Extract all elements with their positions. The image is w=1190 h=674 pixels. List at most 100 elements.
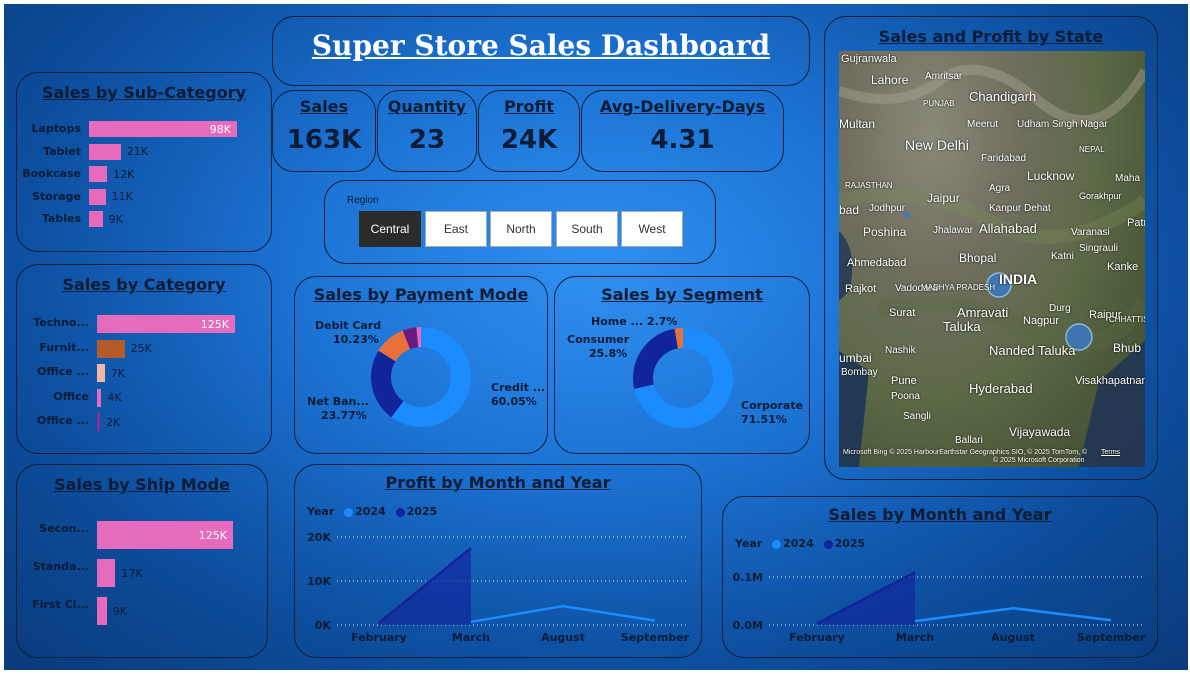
- kpi-card-sales[interactable]: Sales 163K: [272, 90, 376, 172]
- slice-label-consumer: Consumer 25.8%: [567, 333, 630, 360]
- kpi-value: 163K: [286, 125, 362, 155]
- map-place-label: Singrauli: [1079, 243, 1118, 254]
- region-option-south[interactable]: South: [556, 211, 618, 247]
- kpi-card-profit[interactable]: Profit 24K: [478, 90, 580, 172]
- bar-value-label: 12K: [113, 167, 135, 181]
- region-option-central[interactable]: Central: [359, 211, 421, 247]
- bar-value-label: 125K: [198, 528, 227, 542]
- x-tick-label: September: [1077, 631, 1146, 644]
- map-place-label: Nagpur: [1023, 315, 1060, 327]
- bar-value-label: 17K: [121, 566, 143, 580]
- map-place-label: Hyderabad: [969, 381, 1033, 396]
- map-place-label: Multan: [839, 117, 876, 131]
- bar-value-label: 125K: [200, 317, 229, 331]
- sales-area-chart: 0.1M 0.0M February March August September: [733, 571, 1146, 644]
- bar-category-label: Tablet: [43, 144, 81, 158]
- dashboard-canvas: Super Store Sales Dashboard Sales 163K Q…: [4, 4, 1188, 670]
- profit-area-chart: 20K 10K 0K February March August September: [307, 531, 690, 644]
- x-tick-label: February: [789, 631, 845, 644]
- donut-slice[interactable]: [371, 350, 404, 418]
- map-place-label: Jodhpur: [869, 203, 906, 214]
- payment-mode-donut: [371, 327, 471, 427]
- series-line-2024[interactable]: [470, 604, 656, 624]
- bar[interactable]: [97, 559, 116, 587]
- map-copyright: © 2025 Microsoft Corporation: [993, 457, 1085, 464]
- x-tick-label: September: [621, 631, 690, 644]
- map-place-label: Faridabad: [981, 153, 1027, 164]
- payment-mode-panel: Sales by Payment Mode Debit Card 10.23% …: [294, 276, 548, 454]
- kpi-label: Profit: [503, 97, 555, 116]
- bar-category-label: Secon...: [39, 522, 89, 535]
- y-tick-label: 20K: [307, 531, 331, 544]
- sub-category-bar-chart: Laptops 98K Tablet 21K Bookcase 12K Storage 11K…: [17, 121, 273, 241]
- map-place-label: Agra: [989, 183, 1011, 194]
- map-place-label: Katni: [1051, 251, 1074, 262]
- x-tick-label: March: [896, 631, 934, 644]
- bar[interactable]: [89, 188, 106, 205]
- map-place-label: Bhub: [1113, 341, 1142, 355]
- map-place-label: Nashik: [885, 345, 916, 356]
- map-place-label: bad: [839, 203, 860, 217]
- map-place-label: Durg: [1049, 303, 1071, 314]
- donut-slice[interactable]: [633, 328, 678, 389]
- panel-title: Sales by Sub-Category: [41, 83, 246, 102]
- map-place-label: Allahabad: [979, 221, 1037, 236]
- map-place-label: Sangli: [903, 411, 931, 422]
- bar[interactable]: [97, 597, 107, 625]
- panel-title: Sales and Profit by State: [878, 27, 1104, 46]
- map-place-label: Chandigarh: [969, 89, 1037, 104]
- map-place-label: Meerut: [967, 119, 999, 130]
- category-panel: Sales by Category Techno... 125K Furnit...…: [16, 264, 272, 454]
- bar[interactable]: [89, 143, 121, 160]
- series-line-2024[interactable]: [914, 606, 1112, 623]
- bar[interactable]: [97, 388, 102, 407]
- state-map[interactable]: Gujranwala Lahore Amritsar Chandigarh Multan…: [839, 51, 1145, 467]
- region-option-north[interactable]: North: [490, 211, 552, 247]
- map-place-label: Jaipur: [927, 191, 960, 205]
- bar[interactable]: [97, 364, 105, 382]
- bar[interactable]: [97, 413, 100, 431]
- x-tick-label: March: [452, 631, 490, 644]
- bar[interactable]: [89, 166, 108, 182]
- bar-category-label: Office ...: [37, 365, 89, 378]
- bar-category-label: Furnit...: [39, 340, 89, 354]
- x-tick-label: August: [991, 631, 1035, 644]
- panel-title: Sales by Category: [62, 275, 226, 294]
- dashboard-title: Super Store Sales Dashboard: [311, 29, 771, 62]
- segment-donut: [633, 328, 733, 428]
- map-place-label: MADHYA PRADESH: [921, 283, 996, 292]
- map-place-label: Pune: [891, 375, 917, 387]
- region-option-west[interactable]: West: [621, 211, 683, 247]
- map-place-label: CHHATTISGARH: [1109, 315, 1145, 324]
- bar[interactable]: [89, 211, 103, 227]
- bar-category-label: Bookcase: [22, 167, 81, 180]
- bar-category-label: Techno...: [33, 316, 89, 329]
- map-place-label: Bhopal: [959, 251, 997, 265]
- bar[interactable]: [97, 339, 125, 358]
- map-place-label: Vijayawada: [1009, 425, 1071, 439]
- map-place-label: Rajkot: [845, 283, 877, 295]
- kpi-card-avg-delivery-days[interactable]: Avg-Delivery-Days 4.31: [581, 90, 784, 172]
- x-tick-label: August: [541, 631, 585, 644]
- map-place-label: Lucknow: [1027, 169, 1075, 183]
- region-option-east[interactable]: East: [425, 211, 487, 247]
- kpi-value: 4.31: [650, 125, 715, 155]
- ship-mode-bar-chart: Secon... 125K Standa... 17K First Cl... 9K: [17, 521, 269, 651]
- slice-label-net-banking: Net Ban... 23.77%: [307, 395, 369, 422]
- map-place-label: Udham Singh Nagar: [1017, 119, 1108, 130]
- kpi-value: 23: [408, 125, 446, 155]
- map-place-label: Amritsar: [925, 71, 963, 82]
- kpi-label: Quantity: [387, 97, 467, 116]
- kpi-card-quantity[interactable]: Quantity 23: [377, 90, 477, 172]
- kpi-value: 24K: [500, 125, 558, 155]
- map-place-label: Nanded Taluka: [989, 343, 1076, 358]
- map-panel: Sales and Profit by State Gujranwala Laho…: [824, 16, 1158, 480]
- bar-category-label: Laptops: [31, 122, 81, 135]
- bar-category-label: Standa...: [32, 560, 89, 573]
- slicer-label: Region: [347, 195, 379, 206]
- map-place-label: Gorakhpur: [1079, 191, 1122, 201]
- slice-label-corporate: Corporate 71.51%: [741, 399, 804, 426]
- bar-value-label: 21K: [126, 145, 148, 158]
- map-terms-link[interactable]: Terms: [1101, 449, 1120, 456]
- map-place-label: New Delhi: [905, 137, 969, 153]
